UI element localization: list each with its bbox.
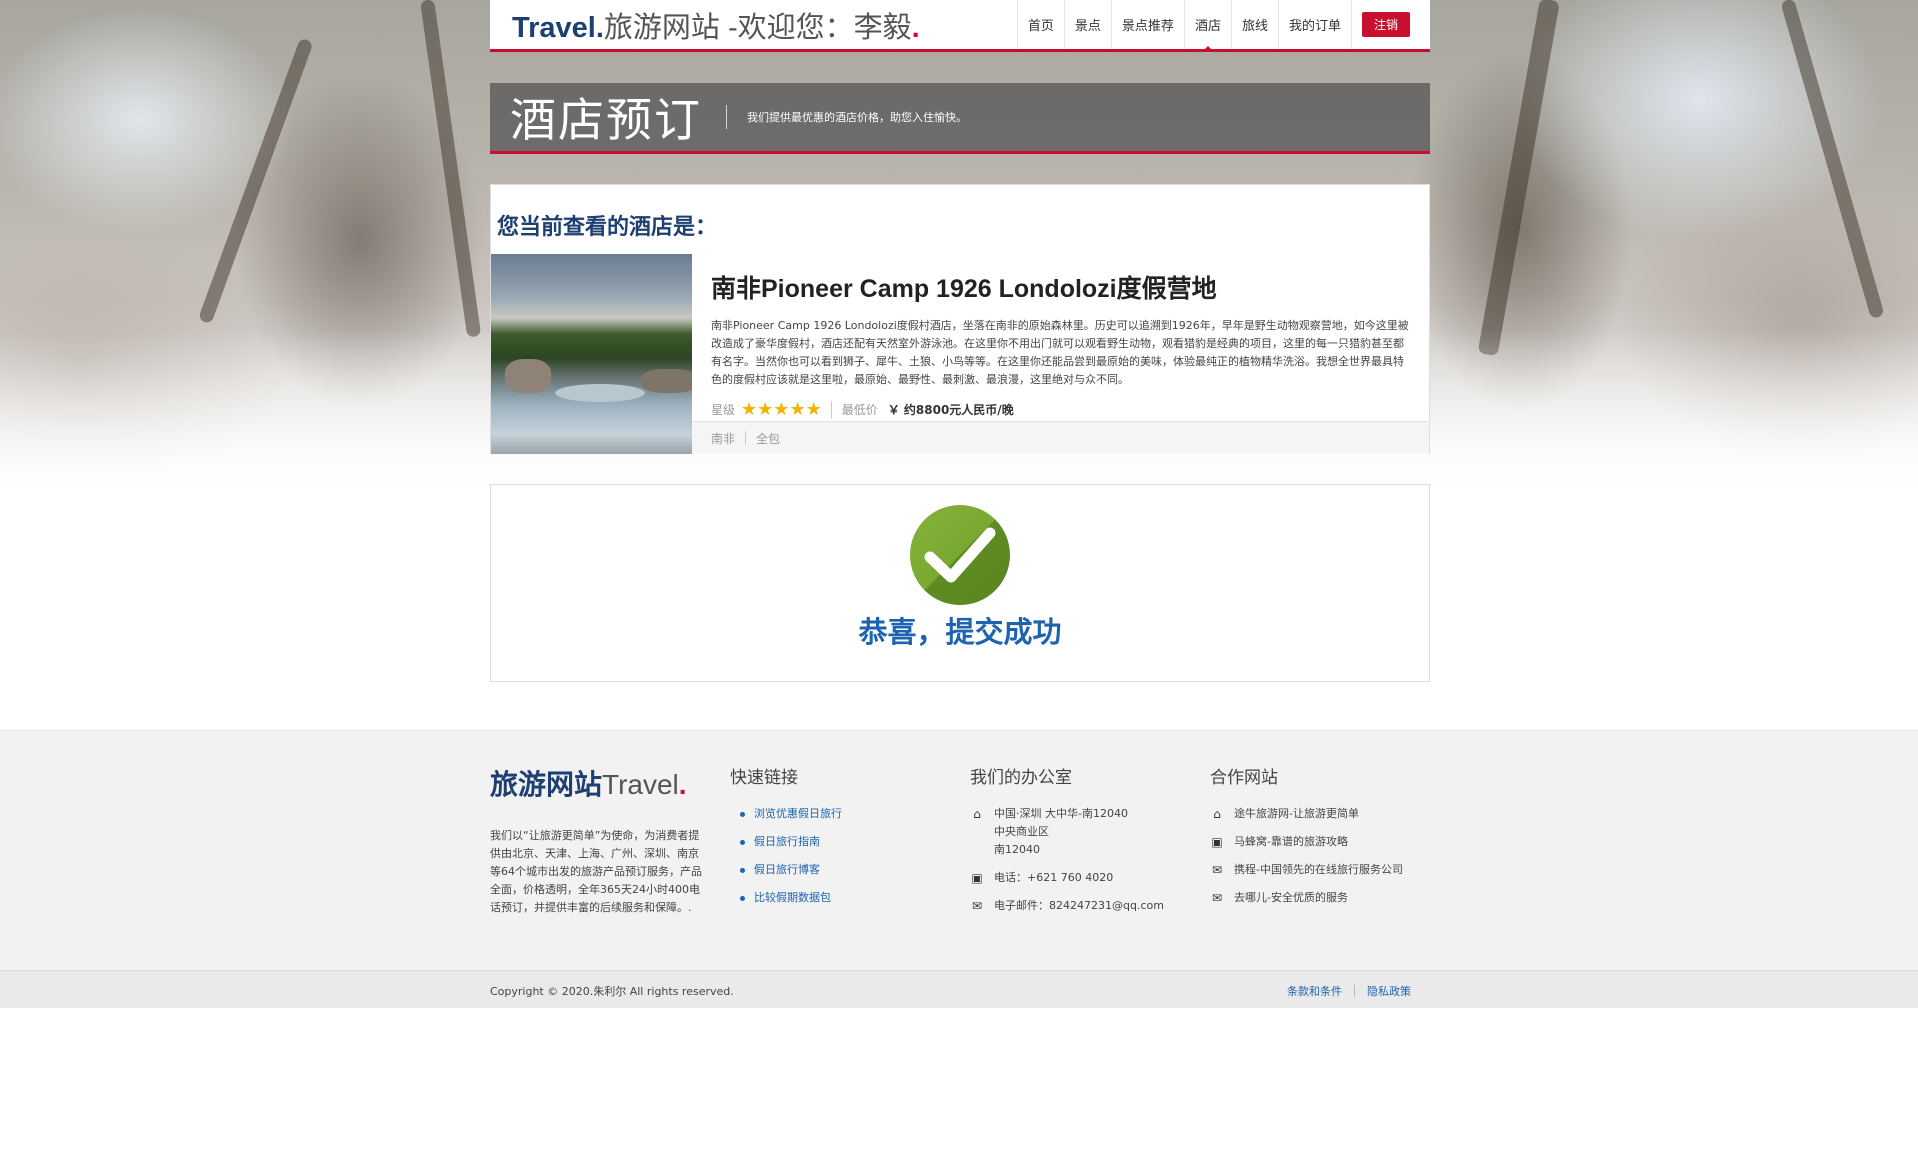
address-line-3: 南12040	[994, 843, 1040, 856]
briefcase-icon: ▣	[971, 871, 983, 885]
hotel-description: 南非Pioneer Camp 1926 Londolozi度假村酒店，坐落在南非…	[711, 319, 1409, 386]
partner-qunar[interactable]: ✉ 去哪儿-安全优质的服务	[1210, 891, 1403, 905]
hotel-image[interactable]	[491, 254, 692, 454]
nav-my-orders[interactable]: 我的订单	[1277, 0, 1352, 49]
checkmark-icon	[910, 505, 1010, 605]
hotel-tags: 南非 全包	[692, 421, 1429, 454]
footer-links-title: 快速链接	[730, 768, 798, 787]
office-phone: ▣ 电话：+621 760 4020	[970, 871, 1164, 885]
brand-dot: .	[911, 11, 920, 44]
page-subtitle: 我们提供最优惠的酒店价格，助您入住愉快。	[747, 111, 967, 124]
star-label: 星级	[711, 403, 736, 417]
email-text[interactable]: 电子邮件：824247231@qq.com	[994, 899, 1164, 913]
quick-link-compare[interactable]: 比较假期数据包	[730, 891, 842, 905]
briefcase-icon: ▣	[1211, 835, 1223, 849]
tag-region[interactable]: 南非	[711, 430, 735, 447]
privacy-link[interactable]: 隐私政策	[1367, 983, 1411, 999]
office-email: ✉ 电子邮件：824247231@qq.com	[970, 899, 1164, 913]
site-footer: 旅游网站Travel. 我们以“让旅游更简单”为使命，为消费者提供由北京、天津、…	[0, 730, 1918, 970]
terms-link[interactable]: 条款和条件	[1287, 983, 1342, 999]
partner-mafengwo[interactable]: ▣ 马蜂窝-靠谱的旅游攻略	[1210, 835, 1403, 849]
address-line-1: 中国·深圳 大中华-南12040	[994, 807, 1128, 820]
brand-prefix: Travel.	[512, 11, 604, 44]
partner-mafengwo-label: 马蜂窝-靠谱的旅游攻略	[1234, 835, 1348, 848]
footer-about-text: 我们以“让旅游更简单”为使命，为消费者提供由北京、天津、上海、广州、深圳、南京等…	[490, 829, 702, 914]
meta-divider	[830, 400, 832, 419]
footer-office: 我们的办公室 ⌂ 中国·深圳 大中华-南12040 中央商业区 南12040 ▣…	[970, 763, 1164, 927]
brand-welcome: 旅游网站 -欢迎您：李毅	[603, 11, 912, 44]
star-icon: ★	[789, 399, 805, 420]
address-text: 中国·深圳 大中华-南12040 中央商业区 南12040	[994, 807, 1128, 857]
hotel-name[interactable]: 南非Pioneer Camp 1926 Londolozi度假营地	[711, 269, 1409, 305]
quick-links-list: 浏览优惠假日旅行 假日旅行指南 假日旅行博客 比较假期数据包	[730, 807, 842, 905]
partner-tuniu-label: 途牛旅游网-让旅游更简单	[1234, 807, 1359, 820]
nav-attractions[interactable]: 景点	[1063, 0, 1111, 49]
nav-hotels[interactable]: 酒店	[1183, 0, 1231, 52]
hotel-section-heading: 您当前查看的酒店是：	[497, 214, 718, 239]
hotel-info: 南非Pioneer Camp 1926 Londolozi度假营地 南非Pion…	[711, 269, 1409, 389]
star-rating: ★ ★ ★ ★ ★	[741, 399, 822, 420]
hotel-price: ￥ 约8800元人民币/晚	[887, 403, 1014, 417]
partner-tuniu[interactable]: ⌂ 途牛旅游网-让旅游更简单	[1210, 807, 1403, 821]
nav-home[interactable]: 首页	[1016, 0, 1064, 49]
success-panel: 恭喜，提交成功	[490, 484, 1430, 682]
copyright-text: Copyright © 2020.朱利尔 All rights reserved…	[490, 985, 734, 998]
footer-partners-title: 合作网站	[1210, 768, 1278, 787]
footer-partners: 合作网站 ⌂ 途牛旅游网-让旅游更简单 ▣ 马蜂窝-靠谱的旅游攻略 ✉ 携程-中国领先…	[1210, 763, 1403, 919]
legal-divider	[1354, 985, 1355, 997]
partner-ctrip[interactable]: ✉ 携程-中国领先的在线旅行服务公司	[1210, 863, 1403, 877]
phone-text: 电话：+621 760 4020	[994, 871, 1114, 884]
envelope-icon: ✉	[1211, 891, 1223, 905]
envelope-icon: ✉	[971, 899, 983, 913]
partner-ctrip-label: 携程-中国领先的在线旅行服务公司	[1234, 863, 1403, 876]
nav-recommended[interactable]: 景点推荐	[1110, 0, 1184, 49]
copyright-bar: Copyright © 2020.朱利尔 All rights reserved…	[0, 970, 1918, 1008]
footer-office-title: 我们的办公室	[970, 768, 1072, 787]
tag-package[interactable]: 全包	[756, 430, 780, 447]
top-navbar: Travel.旅游网站 -欢迎您：李毅. 首页 景点 景点推荐 酒店 旅线 我的…	[490, 0, 1430, 52]
tag-divider	[745, 431, 747, 445]
footer-logo[interactable]: 旅游网站Travel.	[490, 763, 706, 803]
legal-links: 条款和条件 隐私政策	[1287, 983, 1411, 999]
page-banner: 酒店预订 我们提供最优惠的酒店价格，助您入住愉快。	[490, 83, 1430, 154]
partner-list: ⌂ 途牛旅游网-让旅游更简单 ▣ 马蜂窝-靠谱的旅游攻略 ✉ 携程-中国领先的在线旅行…	[1210, 807, 1403, 905]
footer-about: 旅游网站Travel. 我们以“让旅游更简单”为使命，为消费者提供由北京、天津、…	[490, 763, 706, 917]
site-brand[interactable]: Travel.旅游网站 -欢迎您：李毅.	[490, 4, 920, 46]
office-info-list: ⌂ 中国·深圳 大中华-南12040 中央商业区 南12040 ▣ 电话：+62…	[970, 807, 1164, 913]
star-icon: ★	[741, 399, 757, 420]
footer-logo-cn: 旅游网站	[490, 769, 603, 800]
price-label: 最低价	[841, 403, 878, 417]
quick-link-deals[interactable]: 浏览优惠假日旅行	[730, 807, 842, 821]
footer-links: 快速链接 浏览优惠假日旅行 假日旅行指南 假日旅行博客 比较假期数据包	[730, 763, 842, 919]
home-icon: ⌂	[1213, 807, 1221, 821]
footer-logo-en: Travel	[602, 769, 679, 800]
partner-qunar-label: 去哪儿-安全优质的服务	[1234, 891, 1348, 904]
star-icon: ★	[805, 399, 822, 420]
logout-button[interactable]: 注销	[1361, 12, 1410, 37]
hotel-card: 您当前查看的酒店是： 南非Pioneer Camp 1926 Londolozi…	[490, 184, 1430, 454]
hotel-meta: 星级 ★ ★ ★ ★ ★ 最低价 ￥ 约8800元人民币/晚	[711, 399, 1014, 420]
address-line-2: 中央商业区	[994, 825, 1049, 838]
quick-link-blog[interactable]: 假日旅行博客	[730, 863, 842, 877]
nav-routes[interactable]: 旅线	[1230, 0, 1278, 49]
footer-logo-dot: .	[678, 769, 687, 800]
envelope-icon: ✉	[1211, 863, 1223, 877]
page-title: 酒店预订	[510, 94, 702, 146]
star-icon: ★	[773, 399, 789, 420]
main-nav: 首页 景点 景点推荐 酒店 旅线 我的订单 注销	[1016, 0, 1430, 52]
star-icon: ★	[757, 399, 773, 420]
office-address: ⌂ 中国·深圳 大中华-南12040 中央商业区 南12040	[970, 807, 1164, 857]
home-icon: ⌂	[973, 807, 981, 821]
banner-divider	[726, 105, 727, 129]
quick-link-guide[interactable]: 假日旅行指南	[730, 835, 842, 849]
success-message: 恭喜，提交成功	[858, 617, 1062, 649]
